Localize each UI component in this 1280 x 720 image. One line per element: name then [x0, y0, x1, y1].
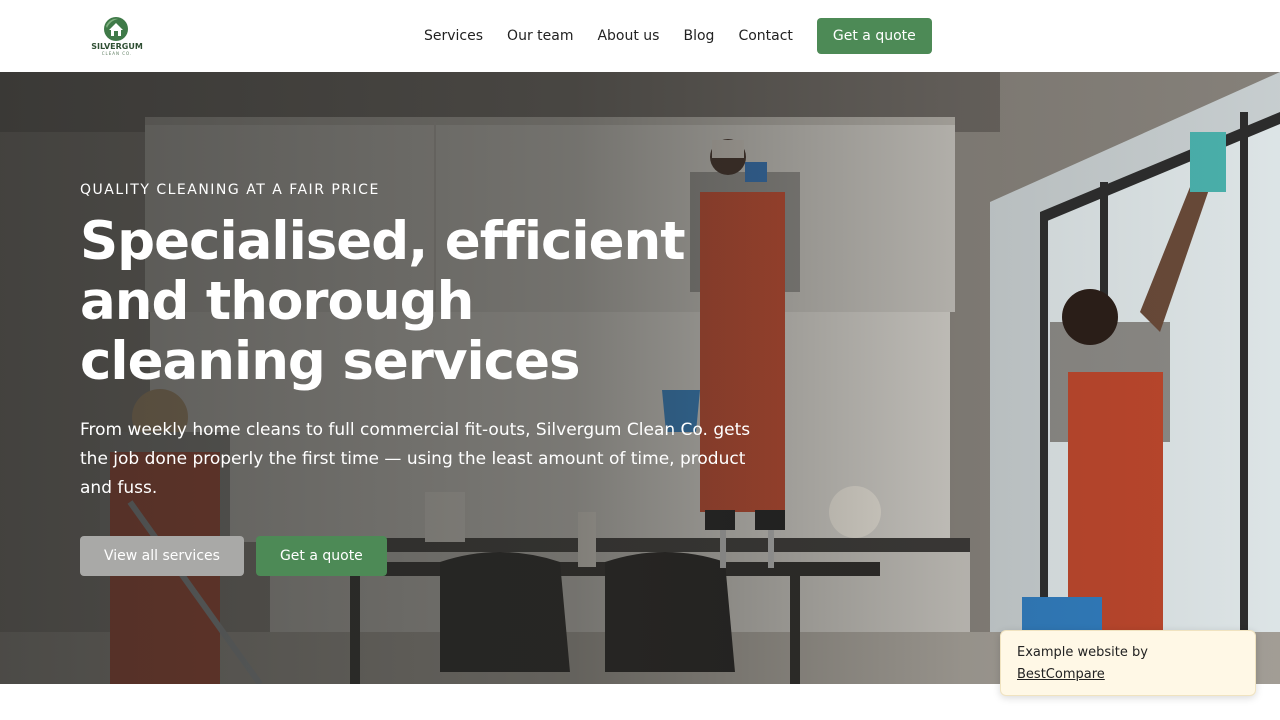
header-get-quote-button[interactable]: Get a quote	[816, 18, 932, 54]
hero-section: QUALITY CLEANING AT A FAIR PRICE Special…	[0, 72, 1280, 684]
nav-blog[interactable]: Blog	[683, 28, 714, 44]
hero-description: From weekly home cleans to full commerci…	[80, 420, 751, 498]
brand-name: SILVERGUM	[91, 42, 143, 51]
hero-buttons: View all services Get a quote	[80, 536, 387, 576]
view-all-services-button[interactable]: View all services	[80, 536, 244, 576]
hero-eyebrow: QUALITY CLEANING AT A FAIR PRICE	[80, 182, 380, 198]
nav-services[interactable]: Services	[424, 28, 483, 44]
main-nav: Services Our team About us Blog Contact …	[424, 18, 932, 54]
hero-get-quote-button[interactable]: Get a quote	[255, 536, 387, 576]
brand-logo[interactable]: SILVERGUM CLEAN CO.	[88, 14, 148, 58]
nav-contact[interactable]: Contact	[738, 28, 792, 44]
notice-text: Example website by	[1017, 645, 1148, 660]
house-leaf-logo-icon	[104, 17, 128, 41]
nav-our-team[interactable]: Our team	[507, 28, 573, 44]
example-website-notice: Example website by BestCompare	[1000, 630, 1256, 696]
nav-about-us[interactable]: About us	[597, 28, 659, 44]
bestcompare-link[interactable]: BestCompare	[1017, 665, 1105, 685]
hero-headline: Specialised, efficient and thorough clea…	[80, 211, 686, 392]
site-header: SILVERGUM CLEAN CO. Services Our team Ab…	[0, 0, 1280, 72]
brand-tagline: CLEAN CO.	[101, 51, 133, 56]
